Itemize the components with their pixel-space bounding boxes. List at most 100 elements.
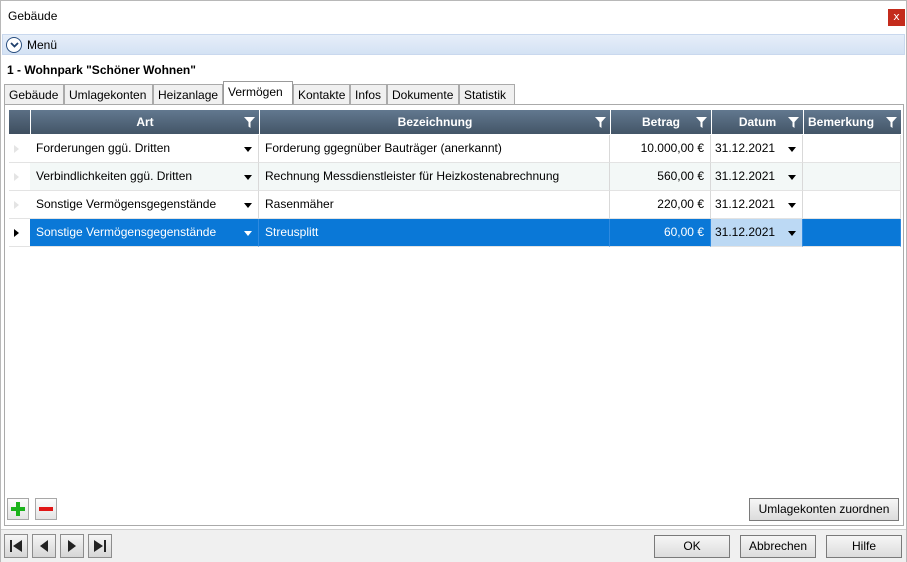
tab-statistik[interactable]: Statistik: [459, 84, 515, 104]
cell-bezeichnung[interactable]: Rechnung Messdienstleister für Heizkoste…: [259, 163, 610, 191]
cell-datum[interactable]: 31.12.2021: [711, 219, 803, 247]
cell-art[interactable]: Verbindlichkeiten ggü. Dritten: [30, 163, 259, 191]
menu-label[interactable]: Menü: [27, 38, 57, 52]
table-row[interactable]: Verbindlichkeiten ggü. Dritten Rechnung …: [9, 163, 901, 191]
cell-datum-value: 31.12.2021: [715, 169, 776, 183]
dialog-window: Gebäude x Menü 1 - Wohnpark "Schöner Woh…: [0, 0, 907, 562]
cell-betrag[interactable]: 60,00 €: [610, 219, 711, 247]
dropdown-arrow-icon[interactable]: [244, 231, 252, 236]
table-row[interactable]: Sonstige Vermögensgegenstände Rasenmäher…: [9, 191, 901, 219]
column-header-art[interactable]: Art: [30, 110, 259, 134]
close-button[interactable]: x: [888, 9, 905, 26]
column-header-bezeichnung[interactable]: Bezeichnung: [259, 110, 610, 134]
grid-header: Art Bezeichnung Betrag Datum Bemerkung: [9, 110, 901, 134]
cell-datum[interactable]: 31.12.2021: [711, 191, 803, 219]
column-header-betrag[interactable]: Betrag: [610, 110, 711, 134]
current-row-icon: [14, 229, 19, 237]
row-pointer-icon: [14, 201, 19, 209]
cell-bemerkung[interactable]: [803, 191, 901, 219]
filter-icon[interactable]: [788, 117, 799, 128]
cell-art-value: Forderungen ggü. Dritten: [36, 141, 171, 155]
title-bar: Gebäude x: [1, 1, 906, 32]
cell-bemerkung[interactable]: [803, 163, 901, 191]
cell-betrag[interactable]: 220,00 €: [610, 191, 711, 219]
cell-art-value: Sonstige Vermögensgegenstände: [36, 197, 217, 211]
cell-art-value: Sonstige Vermögensgegenstände: [36, 225, 217, 239]
last-record-button[interactable]: [88, 534, 112, 558]
add-row-button[interactable]: [7, 498, 29, 520]
minus-icon: [39, 507, 53, 511]
dropdown-arrow-icon[interactable]: [244, 175, 252, 180]
chevron-down-icon[interactable]: [6, 37, 22, 53]
filter-icon[interactable]: [696, 117, 707, 128]
dialog-footer: OK Abbrechen Hilfe: [1, 529, 906, 562]
assign-umlagekonten-button[interactable]: Umlagekonten zuordnen: [749, 498, 899, 521]
next-icon: [68, 540, 76, 552]
remove-row-button[interactable]: [35, 498, 57, 520]
row-pointer-icon: [14, 145, 19, 153]
cell-betrag[interactable]: 10.000,00 €: [610, 135, 711, 163]
menu-bar[interactable]: Menü: [2, 34, 905, 55]
cell-datum[interactable]: 31.12.2021: [711, 135, 803, 163]
next-record-button[interactable]: [60, 534, 84, 558]
dropdown-arrow-icon[interactable]: [244, 203, 252, 208]
cell-art-value: Verbindlichkeiten ggü. Dritten: [36, 169, 193, 183]
cell-betrag[interactable]: 560,00 €: [610, 163, 711, 191]
window-title: Gebäude: [8, 9, 58, 23]
row-indicator[interactable]: [9, 191, 30, 219]
dropdown-arrow-icon[interactable]: [788, 231, 796, 236]
row-indicator[interactable]: [9, 219, 30, 247]
column-header-label: Art: [136, 115, 154, 129]
cancel-button[interactable]: Abbrechen: [740, 535, 816, 558]
column-header-label: Datum: [738, 115, 777, 129]
plus-icon: [11, 502, 25, 516]
previous-record-button[interactable]: [32, 534, 56, 558]
grid-button-bar: Umlagekonten zuordnen: [4, 492, 904, 527]
cell-bezeichnung[interactable]: Forderung ggegnüber Bauträger (anerkannt…: [259, 135, 610, 163]
cell-art[interactable]: Sonstige Vermögensgegenstände: [30, 191, 259, 219]
cell-bemerkung[interactable]: [803, 219, 901, 247]
filter-icon[interactable]: [595, 117, 606, 128]
column-header-label: Betrag: [641, 115, 680, 129]
tab-vermoegen[interactable]: Vermögen: [223, 81, 293, 104]
tab-heizanlage[interactable]: Heizanlage: [153, 84, 223, 104]
filter-icon[interactable]: [886, 117, 897, 128]
help-button[interactable]: Hilfe: [826, 535, 902, 558]
row-indicator[interactable]: [9, 135, 30, 163]
cell-bezeichnung[interactable]: Rasenmäher: [259, 191, 610, 219]
tab-infos[interactable]: Infos: [350, 84, 387, 104]
dropdown-arrow-icon[interactable]: [788, 175, 796, 180]
cell-art[interactable]: Forderungen ggü. Dritten: [30, 135, 259, 163]
tab-umlagekonten[interactable]: Umlagekonten: [64, 84, 153, 104]
column-header-label: Bemerkung: [808, 115, 875, 129]
cell-datum-value: 31.12.2021: [715, 197, 776, 211]
row-indicator[interactable]: [9, 163, 30, 191]
last-icon: [94, 540, 106, 552]
column-header-bemerkung[interactable]: Bemerkung: [803, 110, 901, 134]
dropdown-arrow-icon[interactable]: [788, 147, 796, 152]
cell-datum[interactable]: 31.12.2021: [711, 163, 803, 191]
tab-dokumente[interactable]: Dokumente: [387, 84, 459, 104]
entity-title: 1 - Wohnpark "Schöner Wohnen": [7, 63, 196, 77]
assets-grid: Art Bezeichnung Betrag Datum Bemerkung F…: [9, 110, 902, 490]
dropdown-arrow-icon[interactable]: [244, 147, 252, 152]
cell-bezeichnung[interactable]: Streusplitt: [259, 219, 610, 247]
table-row-selected[interactable]: Sonstige Vermögensgegenstände Streusplit…: [9, 219, 901, 247]
tab-panel-vermoegen: Art Bezeichnung Betrag Datum Bemerkung F…: [4, 104, 904, 526]
row-indicator-header: [9, 110, 30, 134]
cell-art[interactable]: Sonstige Vermögensgegenstände: [30, 219, 259, 247]
ok-button[interactable]: OK: [654, 535, 730, 558]
tab-gebaeude[interactable]: Gebäude: [4, 84, 64, 104]
column-header-datum[interactable]: Datum: [711, 110, 803, 134]
tab-kontakte[interactable]: Kontakte: [293, 84, 350, 104]
table-row[interactable]: Forderungen ggü. Dritten Forderung ggegn…: [9, 135, 901, 163]
cell-bemerkung[interactable]: [803, 135, 901, 163]
cell-datum-value: 31.12.2021: [715, 225, 776, 239]
dropdown-arrow-icon[interactable]: [788, 203, 796, 208]
row-pointer-icon: [14, 173, 19, 181]
first-icon: [10, 540, 22, 552]
first-record-button[interactable]: [4, 534, 28, 558]
previous-icon: [40, 540, 48, 552]
cell-datum-value: 31.12.2021: [715, 141, 776, 155]
filter-icon[interactable]: [244, 117, 255, 128]
